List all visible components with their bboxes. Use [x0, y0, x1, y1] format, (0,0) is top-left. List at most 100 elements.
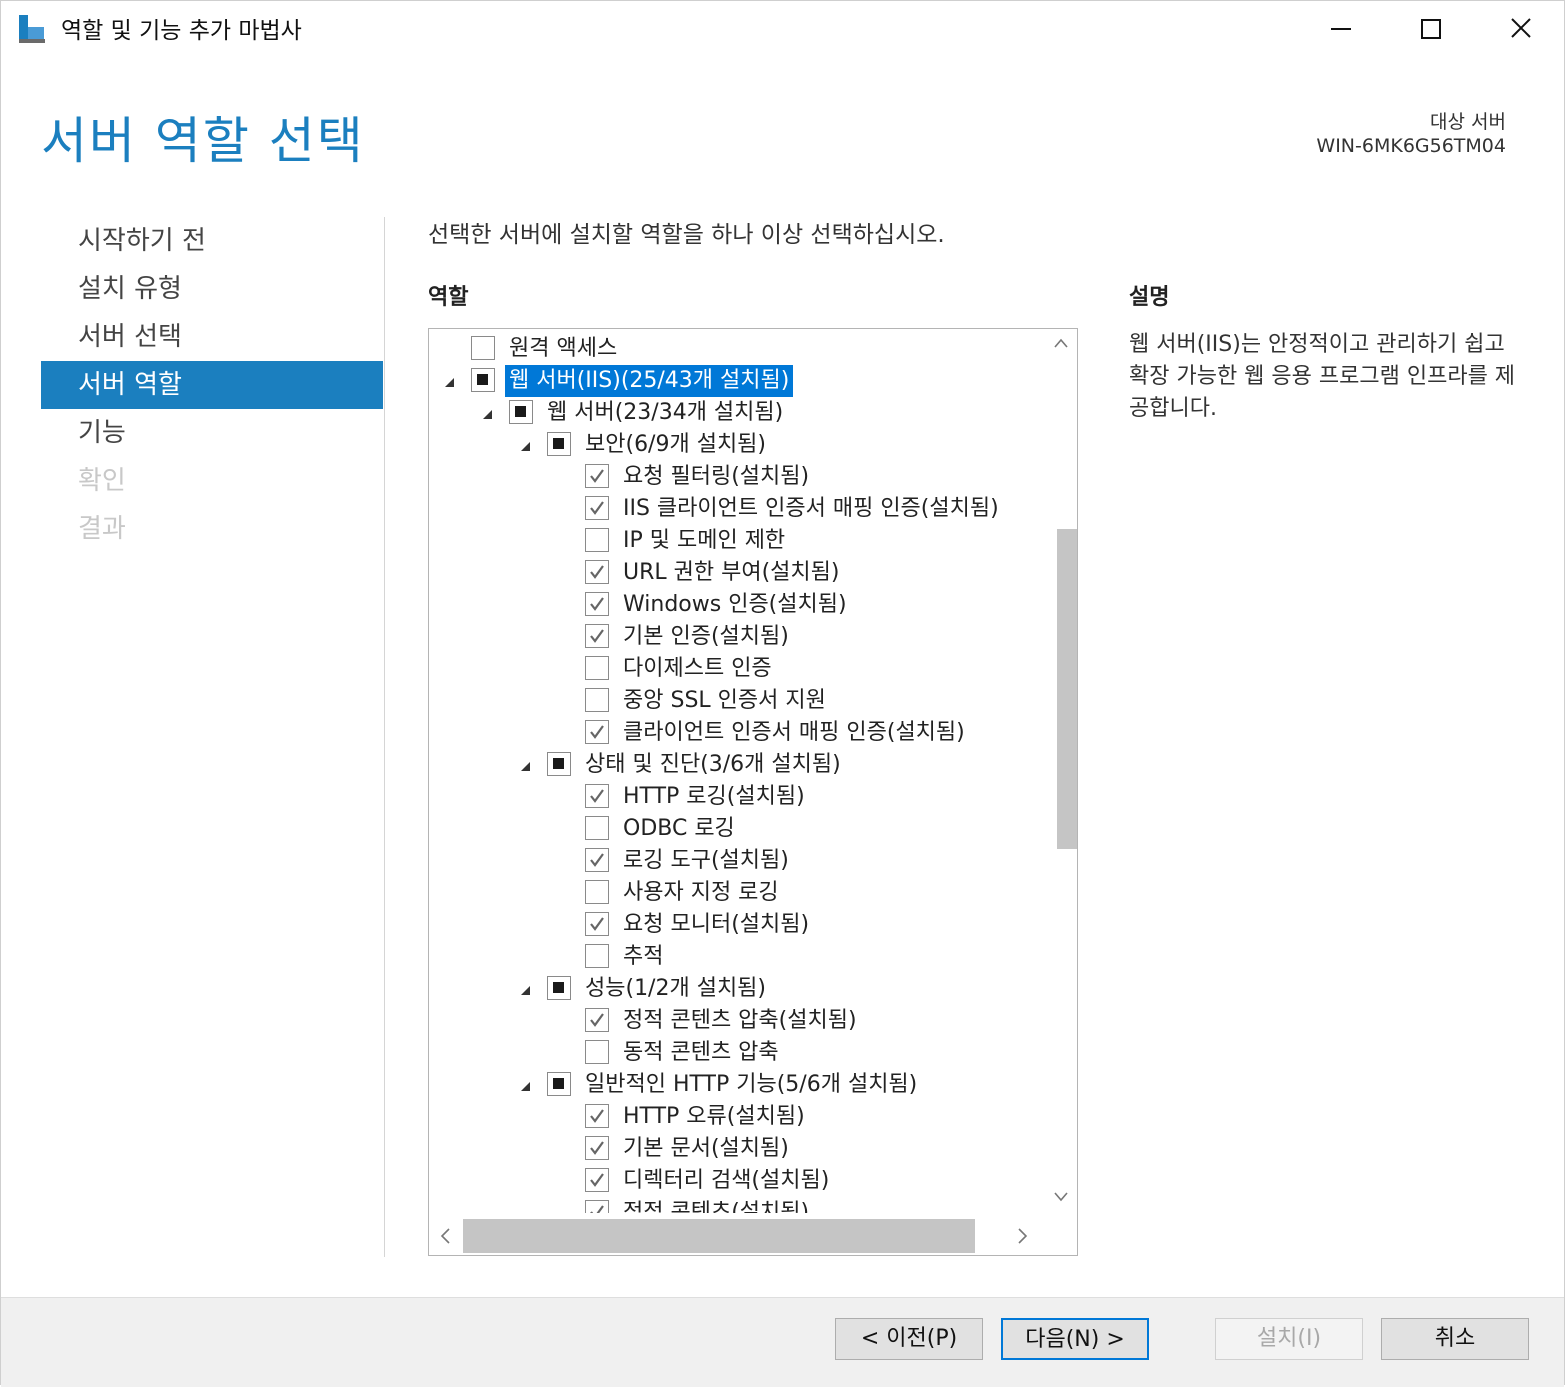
roles-tree[interactable]: 원격 액세스 웹 서버(IIS)(25/43개 설치됨) 웹 서버(23/34개 설…	[429, 333, 1043, 1213]
role-label[interactable]: 성능(1/2개 설치됨)	[581, 973, 770, 1005]
role-checkbox[interactable]	[585, 656, 609, 680]
tree-row[interactable]: IP 및 도메인 제한	[429, 525, 1043, 557]
tree-row[interactable]: 정적 콘텐츠(설치됨)	[429, 1197, 1043, 1213]
role-label[interactable]: 클라이언트 인증서 매핑 인증(설치됨)	[619, 717, 969, 749]
role-checkbox[interactable]	[585, 624, 609, 648]
expand-collapse-icon[interactable]	[519, 749, 533, 781]
tree-row[interactable]: HTTP 오류(설치됨)	[429, 1101, 1043, 1133]
expand-collapse-icon[interactable]	[519, 973, 533, 1005]
role-label[interactable]: 요청 모니터(설치됨)	[619, 909, 813, 941]
tree-row[interactable]: 보안(6/9개 설치됨)	[429, 429, 1043, 461]
role-label[interactable]: 원격 액세스	[505, 333, 621, 365]
role-checkbox[interactable]	[585, 688, 609, 712]
role-checkbox[interactable]	[471, 368, 495, 392]
role-label[interactable]: 상태 및 진단(3/6개 설치됨)	[581, 749, 845, 781]
role-label[interactable]: 로깅 도구(설치됨)	[619, 845, 793, 877]
role-label[interactable]: 보안(6/9개 설치됨)	[581, 429, 770, 461]
role-checkbox[interactable]	[585, 816, 609, 840]
role-label[interactable]: IIS 클라이언트 인증서 매핑 인증(설치됨)	[619, 493, 1003, 525]
tree-row[interactable]: URL 권한 부여(설치됨)	[429, 557, 1043, 589]
expand-collapse-icon[interactable]	[481, 397, 495, 429]
role-label[interactable]: HTTP 오류(설치됨)	[619, 1101, 809, 1133]
expand-collapse-icon[interactable]	[443, 365, 457, 397]
role-checkbox[interactable]	[585, 944, 609, 968]
tree-row[interactable]: 일반적인 HTTP 기능(5/6개 설치됨)	[429, 1069, 1043, 1101]
role-checkbox[interactable]	[585, 1008, 609, 1032]
role-checkbox[interactable]	[585, 912, 609, 936]
close-button[interactable]	[1499, 9, 1543, 49]
role-checkbox[interactable]	[585, 1104, 609, 1128]
scroll-left-icon[interactable]	[439, 1227, 451, 1245]
tree-row[interactable]: 요청 모니터(설치됨)	[429, 909, 1043, 941]
vertical-scroll-thumb[interactable]	[1057, 529, 1077, 849]
role-checkbox[interactable]	[585, 464, 609, 488]
nav-item-features[interactable]: 기능	[41, 409, 383, 457]
role-checkbox[interactable]	[547, 976, 571, 1000]
role-checkbox[interactable]	[585, 1168, 609, 1192]
role-checkbox[interactable]	[585, 1040, 609, 1064]
tree-row[interactable]: 웹 서버(IIS)(25/43개 설치됨)	[429, 365, 1043, 397]
minimize-button[interactable]	[1319, 9, 1363, 49]
role-label[interactable]: ODBC 로깅	[619, 813, 739, 845]
role-label[interactable]: 사용자 지정 로깅	[619, 877, 783, 909]
role-label[interactable]: 기본 문서(설치됨)	[619, 1133, 793, 1165]
role-label[interactable]: 요청 필터링(설치됨)	[619, 461, 813, 493]
role-label[interactable]: 디렉터리 검색(설치됨)	[619, 1165, 833, 1197]
horizontal-scrollbar[interactable]	[429, 1219, 1043, 1255]
nav-item-server-selection[interactable]: 서버 선택	[41, 313, 383, 361]
role-checkbox[interactable]	[585, 528, 609, 552]
previous-button[interactable]: < 이전(P)	[835, 1318, 983, 1360]
role-label[interactable]: 동적 콘텐츠 압축	[619, 1037, 783, 1069]
cancel-button[interactable]: 취소	[1381, 1318, 1529, 1360]
role-label[interactable]: 중앙 SSL 인증서 지원	[619, 685, 830, 717]
role-label[interactable]: 기본 인증(설치됨)	[619, 621, 793, 653]
role-checkbox[interactable]	[509, 400, 533, 424]
tree-row[interactable]: 로깅 도구(설치됨)	[429, 845, 1043, 877]
role-checkbox[interactable]	[585, 848, 609, 872]
role-checkbox[interactable]	[585, 592, 609, 616]
role-label[interactable]: 정적 콘텐츠(설치됨)	[619, 1197, 813, 1213]
horizontal-scroll-thumb[interactable]	[463, 1219, 975, 1253]
role-checkbox[interactable]	[547, 752, 571, 776]
maximize-button[interactable]	[1409, 9, 1453, 49]
role-label[interactable]: 다이제스트 인증	[619, 653, 776, 685]
tree-row[interactable]: 기본 문서(설치됨)	[429, 1133, 1043, 1165]
role-label[interactable]: URL 권한 부여(설치됨)	[619, 557, 843, 589]
role-checkbox[interactable]	[585, 784, 609, 808]
role-checkbox[interactable]	[471, 336, 495, 360]
role-label[interactable]: IP 및 도메인 제한	[619, 525, 789, 557]
tree-row[interactable]: 웹 서버(23/34개 설치됨)	[429, 397, 1043, 429]
tree-row[interactable]: 기본 인증(설치됨)	[429, 621, 1043, 653]
role-label[interactable]: HTTP 로깅(설치됨)	[619, 781, 809, 813]
tree-row[interactable]: 중앙 SSL 인증서 지원	[429, 685, 1043, 717]
tree-row[interactable]: HTTP 로깅(설치됨)	[429, 781, 1043, 813]
nav-item-before-you-begin[interactable]: 시작하기 전	[41, 217, 383, 265]
tree-row[interactable]: 디렉터리 검색(설치됨)	[429, 1165, 1043, 1197]
tree-row[interactable]: IIS 클라이언트 인증서 매핑 인증(설치됨)	[429, 493, 1043, 525]
tree-row[interactable]: 다이제스트 인증	[429, 653, 1043, 685]
next-button[interactable]: 다음(N) >	[1001, 1318, 1149, 1360]
role-label[interactable]: Windows 인증(설치됨)	[619, 589, 851, 621]
nav-item-server-roles[interactable]: 서버 역할	[41, 361, 383, 409]
role-checkbox[interactable]	[585, 1200, 609, 1213]
role-checkbox[interactable]	[585, 496, 609, 520]
tree-row[interactable]: 원격 액세스	[429, 333, 1043, 365]
role-checkbox[interactable]	[585, 1136, 609, 1160]
tree-row[interactable]: 추적	[429, 941, 1043, 973]
tree-row[interactable]: 정적 콘텐츠 압축(설치됨)	[429, 1005, 1043, 1037]
tree-row[interactable]: 성능(1/2개 설치됨)	[429, 973, 1043, 1005]
tree-row[interactable]: 동적 콘텐츠 압축	[429, 1037, 1043, 1069]
tree-row[interactable]: Windows 인증(설치됨)	[429, 589, 1043, 621]
role-label[interactable]: 추적	[619, 941, 667, 973]
tree-row[interactable]: 클라이언트 인증서 매핑 인증(설치됨)	[429, 717, 1043, 749]
scroll-right-icon[interactable]	[1017, 1227, 1029, 1245]
scroll-up-icon[interactable]	[1053, 337, 1069, 349]
role-checkbox[interactable]	[585, 880, 609, 904]
scroll-down-icon[interactable]	[1053, 1191, 1069, 1203]
role-checkbox[interactable]	[547, 432, 571, 456]
tree-row[interactable]: 요청 필터링(설치됨)	[429, 461, 1043, 493]
expand-collapse-icon[interactable]	[519, 1069, 533, 1101]
role-label[interactable]: 일반적인 HTTP 기능(5/6개 설치됨)	[581, 1069, 921, 1101]
tree-row[interactable]: 사용자 지정 로깅	[429, 877, 1043, 909]
role-label[interactable]: 웹 서버(IIS)(25/43개 설치됨)	[505, 365, 794, 397]
